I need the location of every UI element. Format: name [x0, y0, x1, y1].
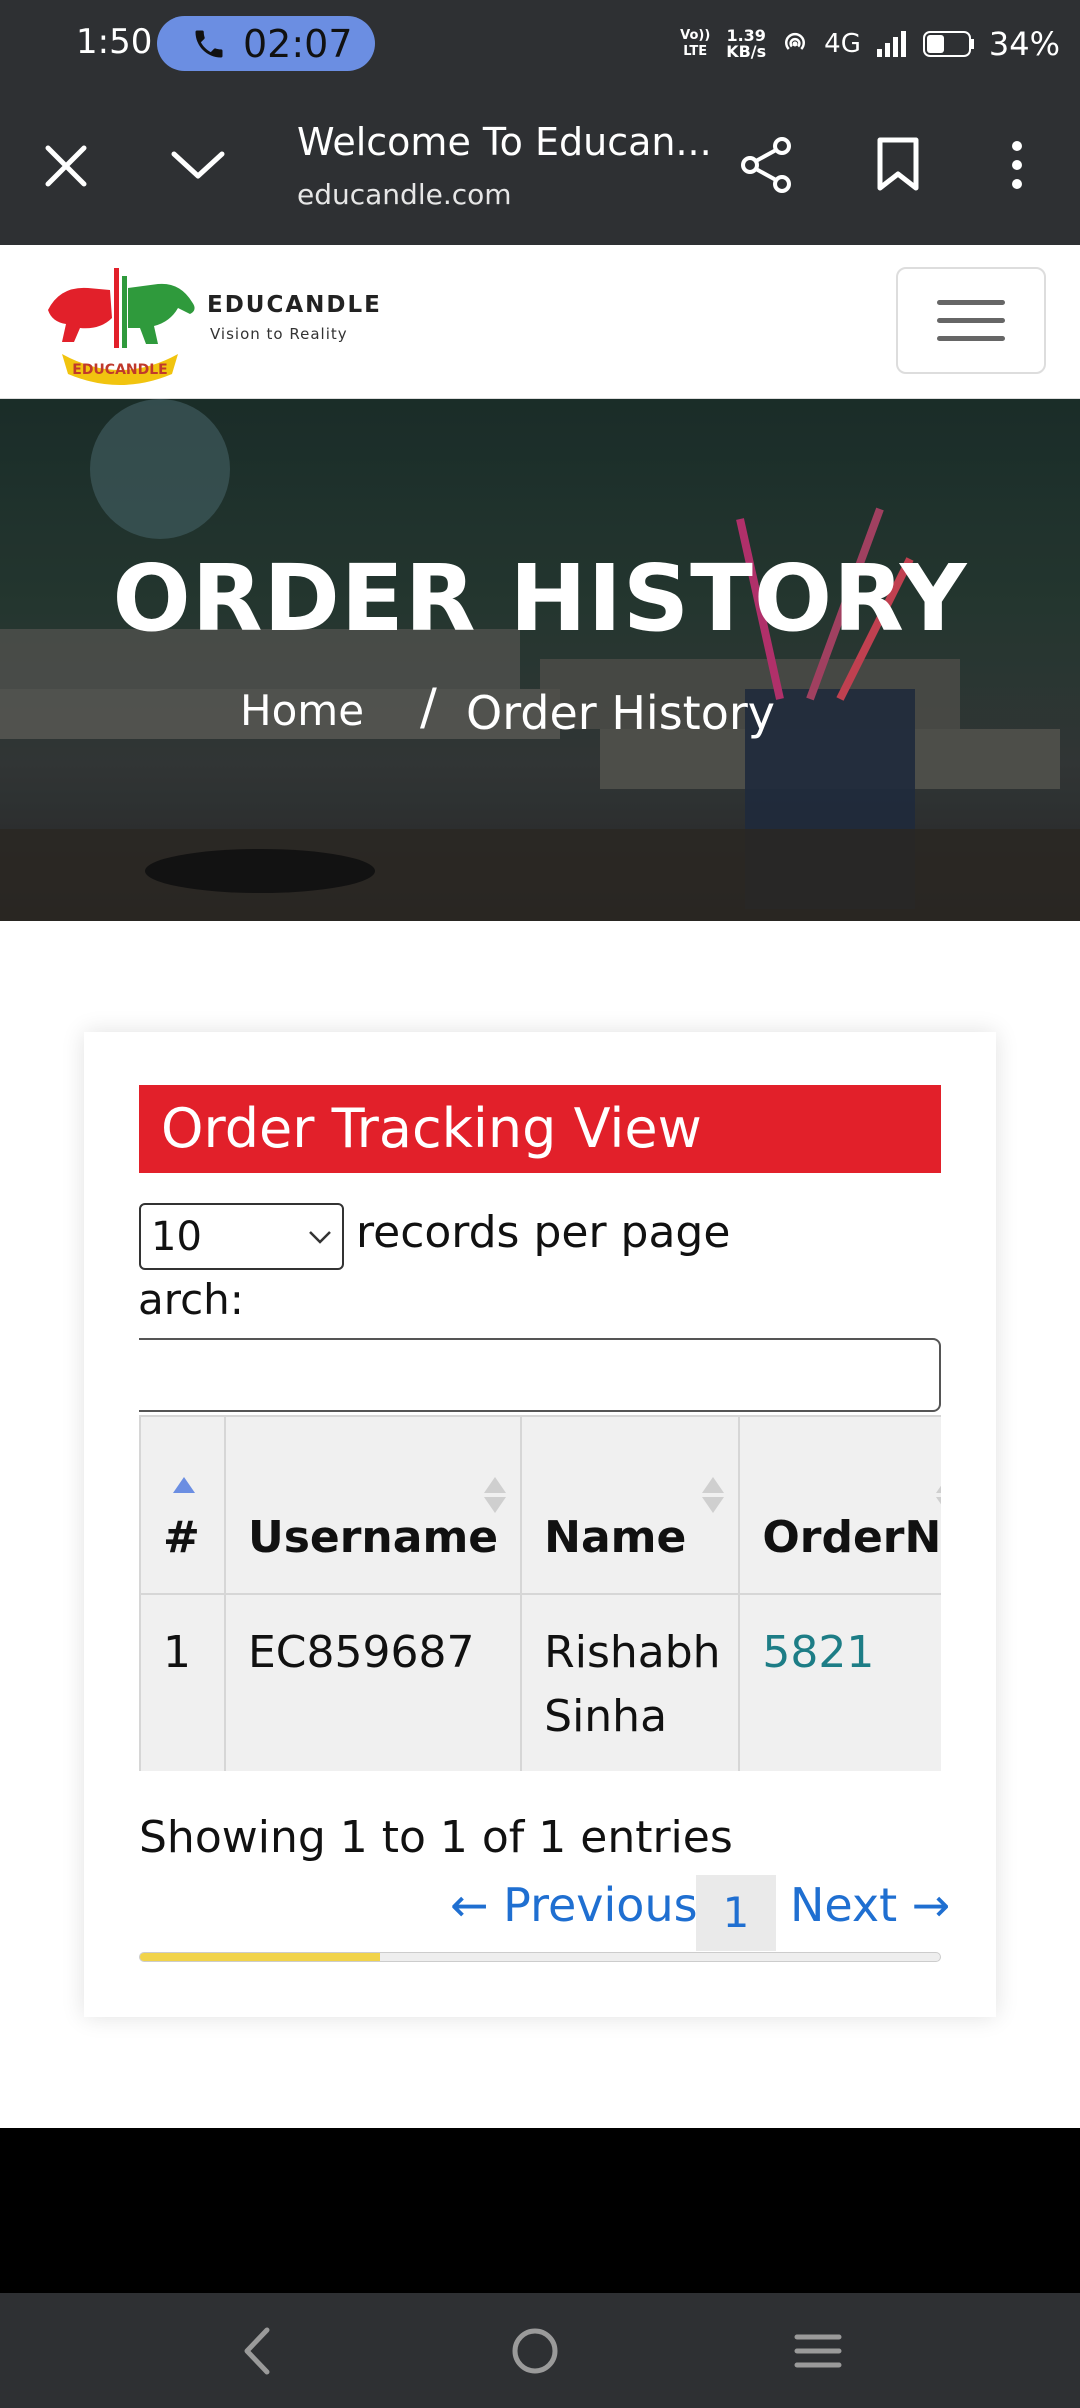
home-icon[interactable] — [510, 2326, 560, 2376]
status-icons: Vo)) LTE 1.39 KB/s 4G 34% — [678, 20, 1060, 68]
volte-icon: Vo)) LTE — [680, 28, 711, 59]
browser-url[interactable]: educandle.com — [297, 178, 512, 211]
hero-banner — [0, 399, 1080, 921]
breadcrumb-separator: / — [420, 678, 437, 736]
page-title: ORDER HISTORY — [112, 545, 968, 652]
system-nav-bar — [0, 2293, 1080, 2408]
orders-table: # Username Name OrderNo 1 EC859687 — [139, 1415, 941, 1771]
status-time: 1:50 — [76, 22, 153, 62]
table-row: 1 EC859687 Rishabh Sinha 5821 — [139, 1593, 941, 1771]
col-header-orderno[interactable]: OrderNo — [738, 1415, 941, 1595]
brand-tagline: Vision to Reality — [210, 325, 348, 343]
cell-number: 1 — [139, 1593, 226, 1771]
more-options-icon[interactable] — [1004, 140, 1030, 190]
breadcrumb-current: Order History — [466, 686, 775, 740]
hamburger-menu-button[interactable] — [896, 267, 1046, 374]
sort-indicator — [702, 1477, 725, 1513]
records-per-page-value: 10 — [151, 1213, 202, 1260]
phone-icon — [195, 30, 223, 57]
ongoing-call-pill[interactable]: 02:07 — [157, 16, 375, 71]
pagination-previous[interactable]: ← Previous — [450, 1878, 698, 1932]
cell-username: EC859687 — [223, 1593, 523, 1771]
records-per-page-label: records per page — [356, 1207, 731, 1258]
order-number-link[interactable]: 5821 — [762, 1627, 874, 1678]
table-horizontal-scrollbar[interactable] — [139, 1952, 941, 1962]
hero-background-image — [0, 399, 1080, 921]
col-header-username[interactable]: Username — [223, 1415, 523, 1595]
browser-page-title[interactable]: Welcome To Educan... — [297, 120, 712, 164]
records-per-page-select[interactable]: 10 — [139, 1203, 344, 1270]
pagination-page-1[interactable]: 1 — [696, 1875, 776, 1951]
table-header-row: # Username Name OrderNo — [139, 1415, 941, 1595]
educandle-logo[interactable]: EDUCANDLE — [40, 258, 200, 386]
table-info: Showing 1 to 1 of 1 entries — [139, 1812, 733, 1863]
col-header-number[interactable]: # — [139, 1415, 226, 1595]
sort-indicator — [173, 1477, 195, 1497]
col-header-name[interactable]: Name — [520, 1415, 741, 1595]
search-input[interactable] — [139, 1338, 941, 1412]
close-icon[interactable] — [44, 144, 88, 188]
recents-icon[interactable] — [793, 2329, 843, 2373]
signal-icon — [876, 31, 906, 57]
hamburger-icon — [937, 300, 1005, 305]
search-label: arch: — [138, 1275, 244, 1324]
chevron-down-icon[interactable] — [170, 148, 226, 182]
cell-orderno: 5821 — [738, 1593, 941, 1771]
bookmark-icon[interactable] — [876, 136, 920, 192]
share-icon[interactable] — [738, 136, 796, 194]
battery-icon — [922, 31, 974, 57]
network-speed: 1.39 KB/s — [726, 26, 767, 61]
sort-asc-icon — [173, 1477, 195, 1493]
orders-table-container[interactable]: # Username Name OrderNo 1 EC859687 — [139, 1415, 941, 1771]
battery-percent: 34% — [988, 25, 1060, 63]
page-footer — [0, 2128, 1080, 2293]
hotspot-icon — [785, 32, 806, 50]
sort-indicator — [484, 1477, 507, 1513]
call-timer: 02:07 — [243, 21, 353, 66]
breadcrumb-home-link[interactable]: Home — [240, 686, 364, 735]
cell-name: Rishabh Sinha — [520, 1593, 741, 1771]
network-type: 4G — [824, 29, 861, 59]
scrollbar-thumb[interactable] — [140, 1953, 380, 1961]
pagination-next[interactable]: Next → — [790, 1878, 950, 1932]
back-icon[interactable] — [237, 2326, 277, 2376]
sort-indicator — [936, 1477, 941, 1513]
logo-ribbon-text: EDUCANDLE — [72, 362, 167, 378]
chevron-down-icon — [309, 1230, 331, 1244]
card-heading: Order Tracking View — [139, 1085, 941, 1173]
brand-name: EDUCANDLE — [207, 292, 382, 318]
